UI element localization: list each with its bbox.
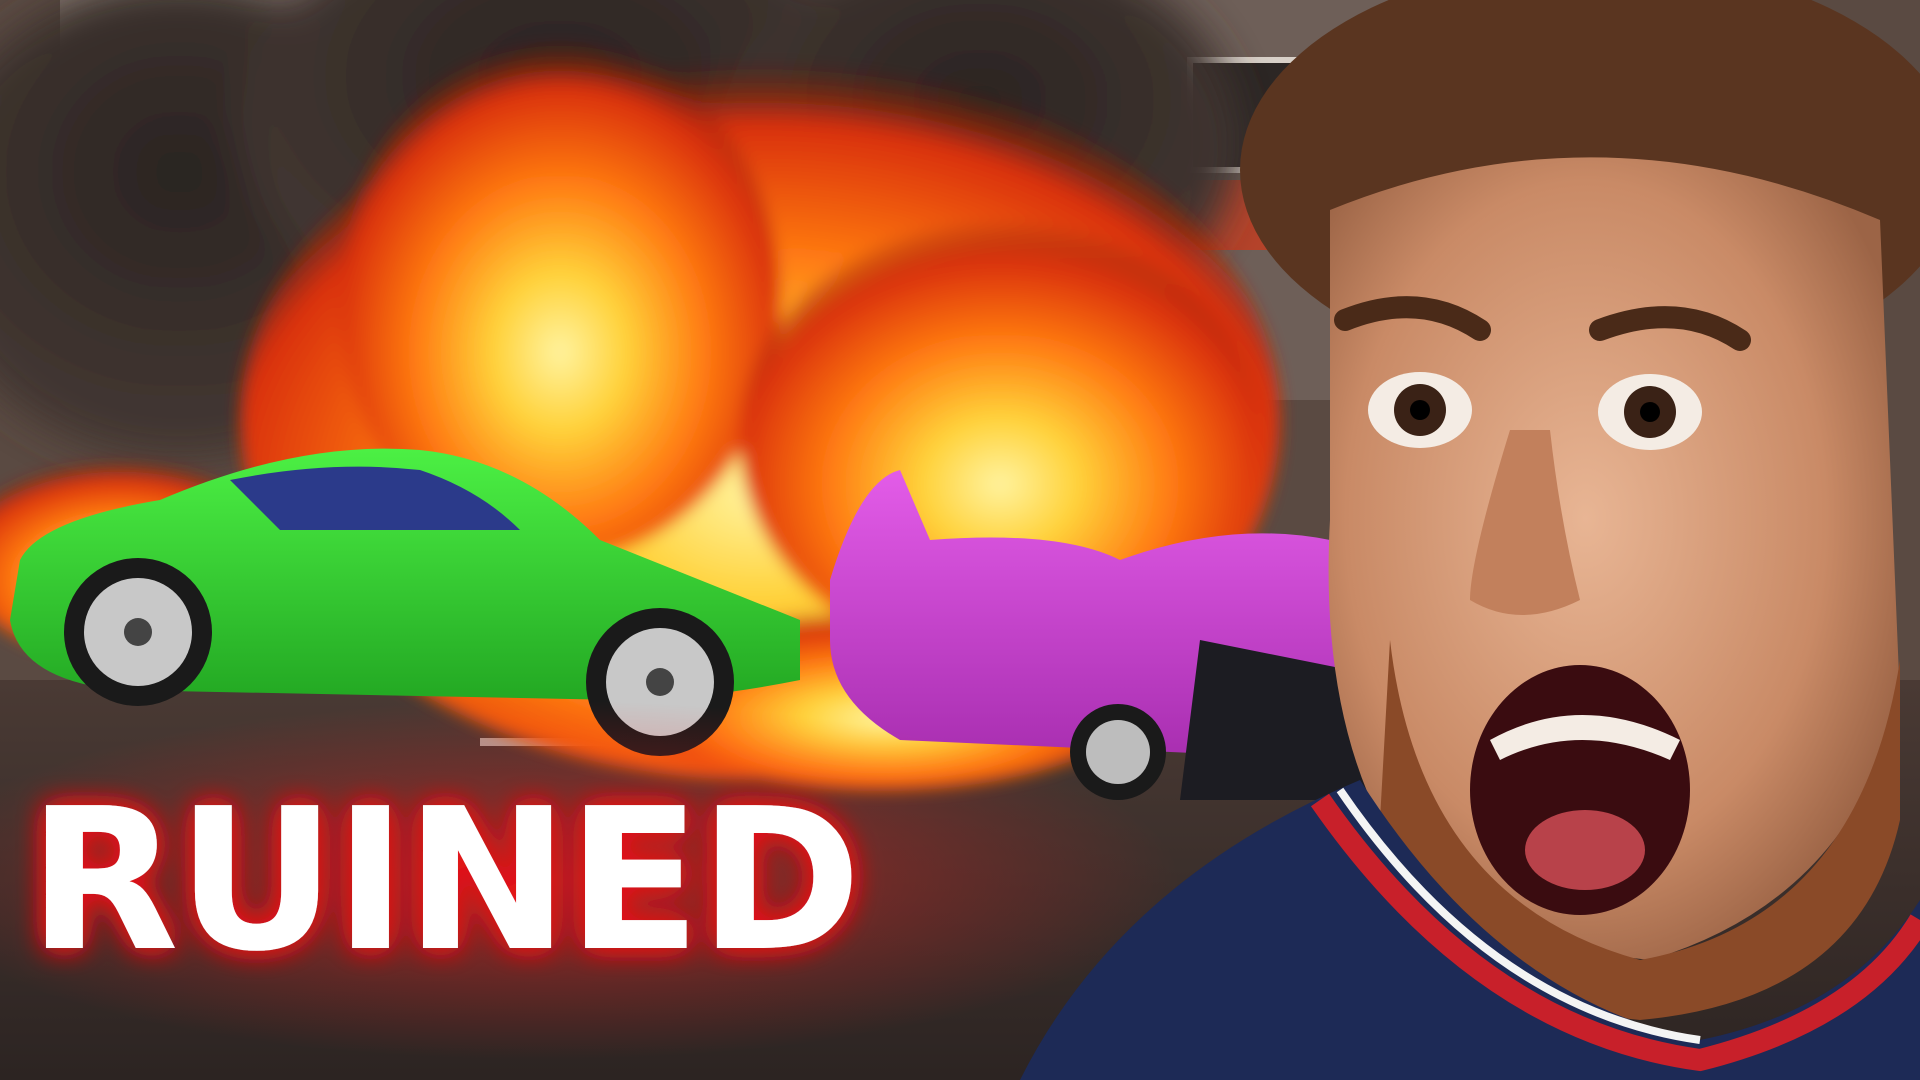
video-thumbnail: RUINED	[0, 0, 1920, 1080]
thumbnail-scene: RUINED	[0, 0, 1920, 1080]
headline-text: RUINED	[28, 767, 860, 995]
